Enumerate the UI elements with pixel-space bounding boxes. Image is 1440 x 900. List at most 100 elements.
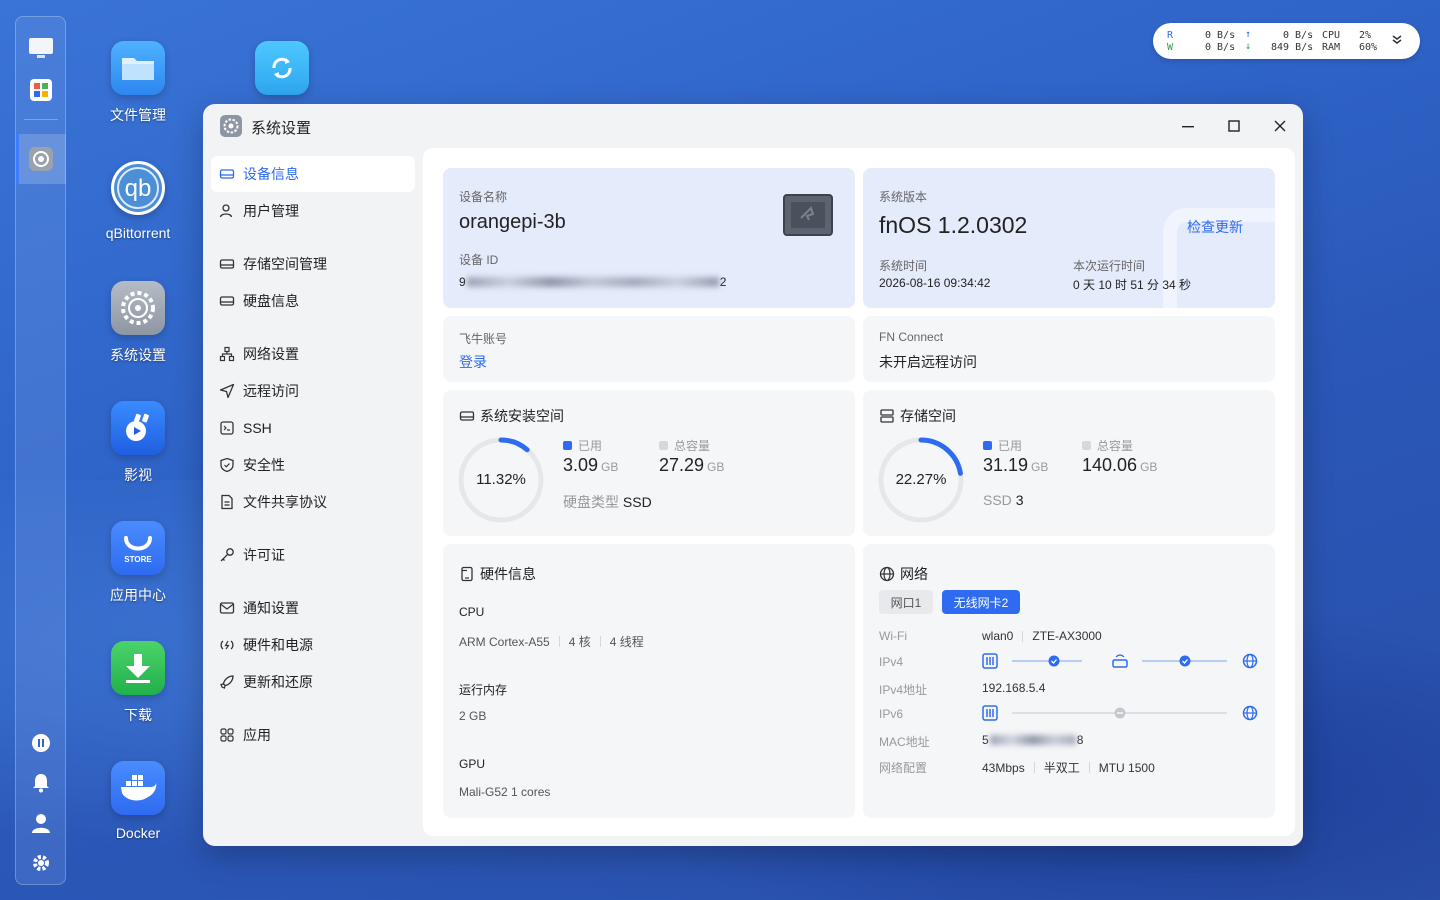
mail-icon xyxy=(219,600,235,616)
system-time-label: 系统时间 xyxy=(879,259,928,273)
ssd-count: SSD 3 xyxy=(983,492,1024,508)
sidebar-item-users[interactable]: 用户管理 xyxy=(211,193,415,229)
desktop-docker[interactable]: Docker xyxy=(83,761,193,841)
sidebar-item-ssh[interactable]: SSH xyxy=(211,410,415,446)
desktop-qbittorrent[interactable]: qb qBittorrent xyxy=(83,161,193,241)
tab-port1[interactable]: 网口1 xyxy=(879,590,933,614)
ram-value: 60% xyxy=(1359,42,1378,53)
ram-label: RAM xyxy=(1322,42,1341,53)
close-button[interactable] xyxy=(1267,114,1293,138)
sidebar-item-disk-info[interactable]: 硬盘信息 xyxy=(211,283,415,319)
upload-arrow-icon: ↑ xyxy=(1245,29,1252,40)
login-link[interactable]: 登录 xyxy=(459,352,487,372)
system-version-card: 系统版本 fnOS 1.2.0302 检查更新 系统时间 2026-08-16 … xyxy=(863,168,1275,308)
download-icon xyxy=(111,641,165,695)
network-card: 网络 网口1 无线网卡2 Wi-Fi wlan0ZTE-AX3000 IPv4 xyxy=(863,544,1275,818)
storage-title-text: 存储空间 xyxy=(900,408,956,424)
device-card: 设备名称 orangepi-3b 设备 ID 9 2 xyxy=(443,168,855,308)
device-id: 9 2 xyxy=(459,275,726,289)
sidebar-item-update-restore[interactable]: 更新和还原 xyxy=(211,664,415,700)
device-name: orangepi-3b xyxy=(459,211,566,233)
read-rate-1: 0 B/s xyxy=(1205,30,1236,41)
device-id-suffix: 2 xyxy=(719,275,727,289)
send-icon xyxy=(219,383,235,399)
app-grid-icon[interactable] xyxy=(26,75,56,105)
sidebar-item-file-sharing[interactable]: 文件共享协议 xyxy=(211,484,415,520)
sidebar-item-apps[interactable]: 应用 xyxy=(211,717,415,753)
resource-monitor-icon[interactable] xyxy=(26,728,56,758)
sidebar-item-hardware-power[interactable]: 硬件和电源 xyxy=(211,627,415,663)
cpu-value: ARM Cortex-A55 4 核4 线程 xyxy=(459,634,644,650)
window-titlebar[interactable]: 系统设置 xyxy=(203,104,1303,148)
ipv4-address-label: IPv4地址 xyxy=(879,683,928,697)
account-card: 飞牛账号 登录 xyxy=(443,316,855,382)
sidebar-item-label: 硬件和电源 xyxy=(243,637,313,653)
dock xyxy=(15,16,66,885)
hardware-card: 硬件信息 CPU ARM Cortex-A55 4 核4 线程 运行内存 2 GB… xyxy=(443,544,855,818)
desktop-sync-app[interactable] xyxy=(227,41,337,95)
read-rate-2: 0 B/s xyxy=(1283,30,1314,41)
sidebar-item-license[interactable]: 许可证 xyxy=(211,537,415,573)
desktop-label: 文件管理 xyxy=(110,107,166,123)
gpu-value: Mali-G52 1 cores xyxy=(459,785,551,799)
device-id-masked xyxy=(466,277,719,287)
desktop-file-manager[interactable]: 文件管理 xyxy=(83,41,193,125)
storage-icon xyxy=(219,256,235,272)
tab-wireless2[interactable]: 无线网卡2 xyxy=(942,590,1020,614)
desktop-download[interactable]: 下载 xyxy=(83,641,193,725)
sidebar-item-network[interactable]: 网络设置 xyxy=(211,336,415,372)
qbittorrent-icon: qb xyxy=(111,161,165,215)
desktop-app-center[interactable]: STORE 应用中心 xyxy=(83,521,193,605)
write-rate-1: 0 B/s xyxy=(1205,42,1236,53)
read-label: R xyxy=(1167,30,1174,41)
check-update-link[interactable]: 检查更新 xyxy=(1187,217,1243,237)
network-config-label: 网络配置 xyxy=(879,761,928,775)
desktop-label: qBittorrent xyxy=(105,225,171,241)
sidebar-item-notifications[interactable]: 通知设置 xyxy=(211,590,415,626)
desktop-settings[interactable]: 系统设置 xyxy=(83,281,193,365)
gpu-label: GPU xyxy=(459,757,486,771)
desktop-label: 应用中心 xyxy=(110,587,166,603)
hardware-title: 硬件信息 xyxy=(459,564,536,584)
cpu-label: CPU xyxy=(1322,30,1341,41)
system-space-used: 3.09 GB xyxy=(563,455,619,475)
sync-icon xyxy=(255,41,309,95)
wifi-label: Wi-Fi xyxy=(879,629,907,643)
file-icon xyxy=(219,494,235,510)
network-icon xyxy=(219,346,235,362)
chevron-down-icon[interactable] xyxy=(1391,33,1403,48)
bell-icon[interactable] xyxy=(26,768,56,798)
sidebar-item-storage-management[interactable]: 存储空间管理 xyxy=(211,246,415,282)
system-space-title-text: 系统安装空间 xyxy=(480,408,564,424)
ipv6-topology xyxy=(982,705,1258,721)
ipv6-label: IPv6 xyxy=(879,707,904,721)
desktop-icon[interactable] xyxy=(26,33,56,63)
sidebar-item-remote-access[interactable]: 远程访问 xyxy=(211,373,415,409)
sidebar-item-label: 存储空间管理 xyxy=(243,256,327,272)
sidebar-item-device-info[interactable]: 设备信息 xyxy=(211,156,415,192)
check-icon xyxy=(1048,655,1060,667)
ram-value: 2 GB xyxy=(459,709,487,723)
settings-dock-icon[interactable] xyxy=(26,144,56,174)
device-image-icon xyxy=(783,194,833,236)
legend-total: 总容量 xyxy=(659,437,710,454)
disk-type: 硬盘类型 SSD xyxy=(563,494,652,510)
sidebar-item-label: 安全性 xyxy=(243,457,285,473)
gear-icon[interactable] xyxy=(26,848,56,878)
sidebar-item-label: 设备信息 xyxy=(243,166,299,182)
key-icon xyxy=(219,547,235,563)
network-monitor-widget[interactable]: R W 0 B/s 0 B/s ↑ ↓ 0 B/s 849 B/s CPU RA… xyxy=(1153,23,1420,59)
sidebar-item-security[interactable]: 安全性 xyxy=(211,447,415,483)
terminal-icon xyxy=(219,420,235,436)
ipv4-label: IPv4 xyxy=(879,655,904,669)
docker-icon xyxy=(111,761,165,815)
settings-sidebar: 设备信息 用户管理 存储空间管理 硬盘信息 网络设置 远程访问 SSH 安全性 xyxy=(203,148,423,846)
storage-icon xyxy=(879,408,895,424)
svg-text:STORE: STORE xyxy=(124,555,152,564)
user-icon[interactable] xyxy=(26,808,56,838)
svg-text:qb: qb xyxy=(125,175,152,202)
maximize-button[interactable] xyxy=(1221,114,1247,138)
minimize-button[interactable] xyxy=(1175,114,1201,138)
sidebar-item-label: 通知设置 xyxy=(243,600,299,616)
desktop-video[interactable]: 影视 xyxy=(83,401,193,485)
